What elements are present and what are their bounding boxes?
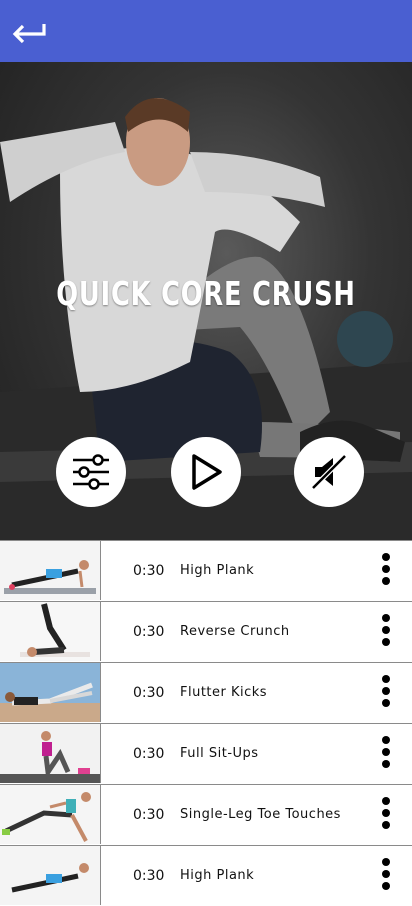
exercise-row[interactable]: 0:30 Full Sit-Ups [0,723,412,784]
exercise-row[interactable]: 0:30 Single-Leg Toe Touches [0,784,412,845]
back-button[interactable] [10,18,48,46]
exercise-thumbnail [0,785,101,844]
exercise-name: Reverse Crunch [180,624,290,639]
exercise-name: Single-Leg Toe Touches [180,807,341,822]
more-options-icon[interactable] [376,553,396,589]
settings-sliders-icon [73,454,109,490]
mute-icon [311,454,347,490]
exercise-duration: 0:30 [133,807,165,823]
exercise-duration: 0:30 [133,685,165,701]
exercise-row[interactable]: 0:30 High Plank [0,845,412,906]
exercise-row[interactable]: 0:30 High Plank [0,540,412,601]
exercise-duration: 0:30 [133,746,165,762]
exercise-row[interactable]: 0:30 Flutter Kicks [0,662,412,723]
exercise-thumbnail [0,541,101,600]
more-options-icon[interactable] [376,858,396,894]
more-options-icon[interactable] [376,797,396,833]
exercise-name: Full Sit-Ups [180,746,259,761]
exercise-row[interactable]: 0:30 Reverse Crunch [0,601,412,662]
exercise-duration: 0:30 [133,868,165,884]
exercise-duration: 0:30 [133,624,165,640]
exercise-list: 0:30 High Plank 0:30 Reverse Crunch 0:30… [0,540,412,906]
more-options-icon[interactable] [376,614,396,650]
workout-title: QUICK CORE CRUSH [56,274,356,313]
exercise-thumbnail [0,663,101,722]
app-bar [0,0,412,62]
exercise-thumbnail [0,602,101,661]
more-options-icon[interactable] [376,675,396,711]
back-arrow-icon [12,24,46,44]
exercise-thumbnail [0,846,101,905]
exercise-name: Flutter Kicks [180,685,268,700]
play-button[interactable] [171,437,241,507]
mute-button[interactable] [294,437,364,507]
exercise-name: High Plank [180,868,255,883]
more-options-icon[interactable] [376,736,396,772]
exercise-duration: 0:30 [133,563,165,579]
play-icon [192,454,222,490]
workout-hero: QUICK CORE CRUSH [0,62,412,540]
exercise-name: High Plank [180,563,255,578]
settings-button[interactable] [56,437,126,507]
exercise-thumbnail [0,724,101,783]
